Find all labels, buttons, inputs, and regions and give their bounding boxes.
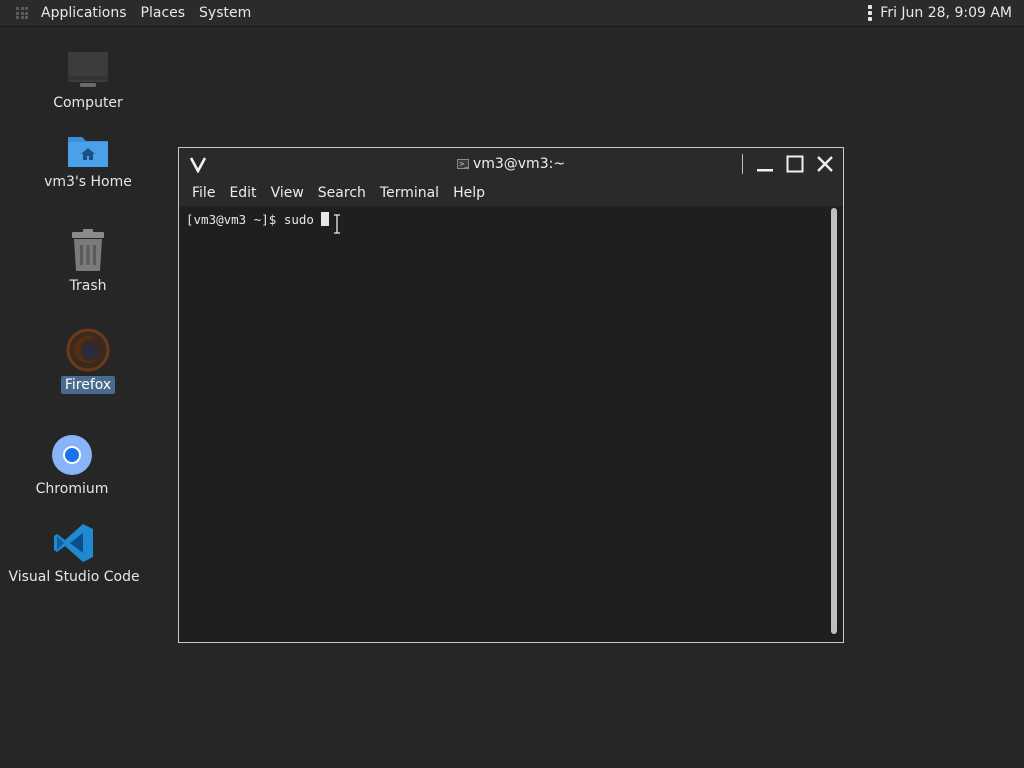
text-cursor <box>321 212 330 226</box>
close-button[interactable] <box>813 152 837 176</box>
shell-prompt-line: [vm3@vm3 ~]$ sudo <box>186 212 322 227</box>
desktop-icon-trash[interactable]: Trash <box>50 229 126 295</box>
vscode-icon <box>54 524 93 562</box>
terminal-titlebar[interactable]: >_ vm3@vm3:~ <box>179 148 843 180</box>
menu-system[interactable]: System <box>192 0 258 26</box>
desktop-icon-label: Computer <box>53 95 123 111</box>
desktop-icon-label: Chromium <box>35 481 109 497</box>
menu-terminal[interactable]: Terminal <box>373 185 446 201</box>
terminal-output[interactable]: [vm3@vm3 ~]$ sudo <box>180 206 827 636</box>
menu-edit[interactable]: Edit <box>222 185 263 201</box>
apps-grid-icon[interactable] <box>16 7 28 19</box>
app-logo-icon[interactable] <box>189 155 207 173</box>
chromium-icon <box>52 435 92 475</box>
computer-icon <box>68 52 108 87</box>
desktop-icon-vscode[interactable]: Visual Studio Code <box>8 522 140 586</box>
maximize-button[interactable] <box>783 152 807 176</box>
desktop-icon-computer[interactable]: Computer <box>50 50 126 112</box>
titlebar-separator <box>742 154 743 174</box>
desktop-icon-home[interactable]: vm3's Home <box>44 131 132 191</box>
menu-applications[interactable]: Applications <box>34 0 134 26</box>
menu-view[interactable]: View <box>264 185 311 201</box>
trash-icon <box>72 229 104 271</box>
clock[interactable]: Fri Jun 28, 9:09 AM <box>880 5 1012 21</box>
desktop-icon-label: Firefox <box>60 376 116 394</box>
window-title: vm3@vm3:~ <box>472 156 566 172</box>
scrollbar-thumb[interactable] <box>831 208 837 634</box>
desktop-icon-firefox[interactable]: Firefox <box>50 328 126 394</box>
terminal-menubar: File Edit View Search Terminal Help <box>179 180 843 206</box>
home-folder-icon <box>68 137 108 167</box>
more-options-icon[interactable] <box>868 5 873 21</box>
desktop-icon-chromium[interactable]: Chromium <box>36 434 108 498</box>
menu-help[interactable]: Help <box>446 185 492 201</box>
terminal-icon: >_ <box>456 159 469 169</box>
desktop-icon-label: vm3's Home <box>44 174 132 190</box>
minimize-icon <box>757 169 773 172</box>
menu-places[interactable]: Places <box>134 0 193 26</box>
terminal-window[interactable]: >_ vm3@vm3:~ File Edit View Search Termi… <box>178 147 844 643</box>
firefox-icon <box>66 328 110 372</box>
maximize-icon <box>786 155 804 173</box>
desktop-icon-label: Trash <box>69 278 107 294</box>
top-panel: Applications Places System Fri Jun 28, 9… <box>0 0 1024 27</box>
minimize-button[interactable] <box>753 152 777 176</box>
desktop-icon-label: Visual Studio Code <box>8 569 140 585</box>
menu-file[interactable]: File <box>185 185 222 201</box>
terminal-scrollbar[interactable] <box>831 208 837 634</box>
menu-search[interactable]: Search <box>311 185 373 201</box>
ibeam-cursor-icon <box>334 214 340 234</box>
close-icon <box>817 156 833 172</box>
